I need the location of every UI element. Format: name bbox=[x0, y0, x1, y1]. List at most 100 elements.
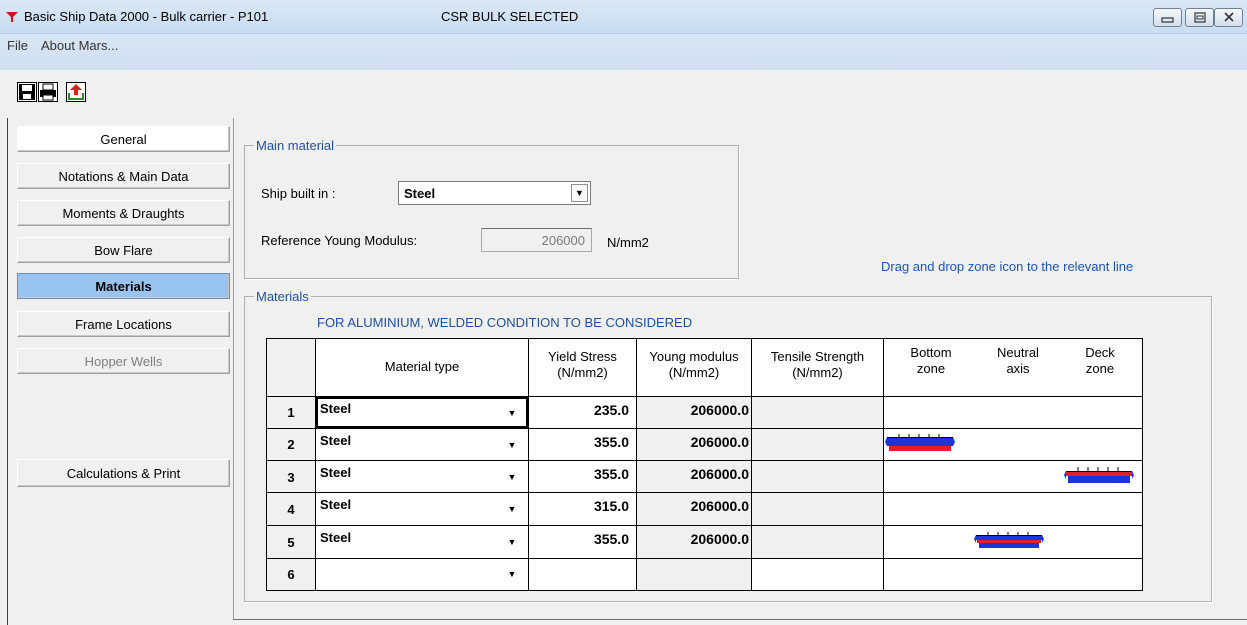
content-bottom-border bbox=[233, 619, 1247, 620]
export-icon bbox=[68, 84, 84, 100]
ship-built-label: Ship built in : bbox=[261, 186, 336, 201]
row-number: 1 bbox=[287, 405, 295, 420]
ship-built-value: Steel bbox=[404, 186, 436, 201]
menu-bar: File About Mars... bbox=[0, 34, 1247, 70]
ship-built-select[interactable]: Steel ▼ bbox=[398, 181, 591, 205]
bottom-zone-icon[interactable] bbox=[885, 434, 955, 452]
young-modulus-cell[interactable]: 206000.0 bbox=[637, 531, 749, 547]
app-logo-icon bbox=[6, 12, 18, 22]
menu-about-mars[interactable]: About Mars... bbox=[41, 38, 118, 53]
grid-divider bbox=[267, 460, 1142, 461]
material-type-cell[interactable]: Steel bbox=[320, 497, 351, 512]
header-yield-stress: Yield Stress (N/mm2) bbox=[529, 349, 636, 381]
yield-stress-cell[interactable]: 315.0 bbox=[529, 498, 629, 514]
nav-bow-flare[interactable]: Bow Flare bbox=[17, 237, 230, 263]
print-button[interactable] bbox=[38, 82, 58, 102]
young-modulus-cell[interactable]: 206000.0 bbox=[637, 434, 749, 450]
young-modulus-cell[interactable]: 206000.0 bbox=[637, 402, 749, 418]
menu-file[interactable]: File bbox=[7, 38, 28, 53]
nav-frame-locations[interactable]: Frame Locations bbox=[17, 311, 230, 337]
material-type-cell[interactable]: Steel bbox=[320, 433, 351, 448]
nav-hopper-wells: Hopper Wells bbox=[17, 348, 230, 374]
material-type-cell[interactable]: Steel bbox=[320, 465, 351, 480]
minimize-button[interactable] bbox=[1153, 8, 1182, 27]
tensile-strength-cell[interactable] bbox=[752, 526, 883, 558]
grid-corner bbox=[267, 339, 315, 396]
tensile-strength-cell[interactable] bbox=[752, 429, 883, 460]
header-bottom-zone-line1: Bottom bbox=[910, 345, 952, 360]
header-material-type: Material type bbox=[384, 359, 460, 374]
deck-zone-icon[interactable] bbox=[1064, 466, 1134, 484]
tensile-strength-cell[interactable] bbox=[752, 493, 883, 525]
chevron-down-icon[interactable]: ▼ bbox=[500, 432, 524, 457]
header-bottom-zone-line2: zone bbox=[916, 361, 946, 376]
grid-divider bbox=[267, 428, 1142, 429]
row-number: 4 bbox=[287, 502, 295, 517]
nav-general[interactable]: General bbox=[17, 126, 230, 152]
main-material-group-label: Main material bbox=[254, 138, 337, 153]
left-border bbox=[7, 118, 8, 625]
yield-stress-cell[interactable]: 235.0 bbox=[529, 402, 629, 418]
header-tensile-strength-line1: Tensile Strength bbox=[770, 349, 865, 364]
header-young-modulus-line1: Young modulus bbox=[649, 349, 739, 364]
maximize-button[interactable] bbox=[1185, 8, 1214, 27]
header-neutral-axis-line1: Neutral bbox=[997, 345, 1039, 360]
toolbar bbox=[0, 70, 1247, 116]
chevron-down-icon[interactable]: ▼ bbox=[500, 496, 524, 521]
drag-drop-hint: Drag and drop zone icon to the relevant … bbox=[881, 259, 1134, 274]
header-deck-zone-line2: zone bbox=[1085, 361, 1115, 376]
header-neutral-axis: Neutral axis bbox=[978, 345, 1058, 377]
header-tensile-strength: Tensile Strength (N/mm2) bbox=[752, 349, 883, 381]
grid-divider bbox=[267, 525, 1142, 526]
chevron-down-icon[interactable]: ▼ bbox=[571, 184, 588, 202]
header-deck-zone-line1: Deck bbox=[1085, 345, 1115, 360]
materials-grid: Material type Yield Stress (N/mm2) Young… bbox=[266, 338, 1143, 591]
save-icon bbox=[19, 84, 35, 100]
material-type-cell[interactable]: Steel bbox=[320, 401, 351, 416]
material-type-cell[interactable]: Steel bbox=[320, 530, 351, 545]
header-neutral-axis-line2: axis bbox=[1006, 361, 1030, 376]
calculations-print-button[interactable]: Calculations & Print bbox=[17, 459, 230, 487]
young-modulus-cell[interactable]: 206000.0 bbox=[637, 466, 749, 482]
yield-stress-cell[interactable]: 355.0 bbox=[529, 531, 629, 547]
window-status: CSR BULK SELECTED bbox=[441, 9, 579, 24]
row-number: 3 bbox=[287, 470, 295, 485]
close-icon bbox=[1224, 12, 1234, 22]
grid-divider bbox=[267, 558, 1142, 559]
chevron-down-icon[interactable]: ▼ bbox=[500, 561, 524, 586]
application-window: Basic Ship Data 2000 - Bulk carrier - P1… bbox=[0, 0, 1247, 625]
row-number: 5 bbox=[287, 535, 295, 550]
header-young-modulus: Young modulus (N/mm2) bbox=[637, 349, 751, 381]
yield-stress-cell[interactable]: 355.0 bbox=[529, 466, 629, 482]
export-button[interactable] bbox=[66, 82, 86, 102]
header-young-modulus-line2: (N/mm2) bbox=[668, 365, 720, 380]
tensile-strength-cell[interactable] bbox=[752, 397, 883, 428]
tensile-strength-cell[interactable] bbox=[752, 461, 883, 492]
chevron-down-icon[interactable]: ▼ bbox=[500, 464, 524, 489]
grid-divider bbox=[267, 492, 1142, 493]
young-modulus-field: 206000 bbox=[481, 228, 592, 252]
title-bar: Basic Ship Data 2000 - Bulk carrier - P1… bbox=[0, 0, 1247, 34]
neutral-axis-icon[interactable] bbox=[974, 532, 1044, 550]
header-bottom-zone: Bottom zone bbox=[884, 345, 978, 377]
row-number: 6 bbox=[287, 567, 295, 582]
yield-stress-cell[interactable]: 355.0 bbox=[529, 434, 629, 450]
aluminium-note: FOR ALUMINIUM, WELDED CONDITION TO BE CO… bbox=[317, 315, 693, 330]
header-yield-stress-line2: (N/mm2) bbox=[557, 365, 608, 380]
header-deck-zone: Deck zone bbox=[1058, 345, 1142, 377]
row-number: 2 bbox=[287, 437, 295, 452]
chevron-down-icon[interactable]: ▼ bbox=[500, 529, 524, 554]
chevron-down-icon[interactable]: ▼ bbox=[500, 400, 524, 425]
row-header-column bbox=[267, 396, 315, 590]
main-material-group: Main material bbox=[244, 138, 739, 279]
close-button[interactable] bbox=[1214, 8, 1243, 27]
save-button[interactable] bbox=[17, 82, 37, 102]
nav-materials[interactable]: Materials bbox=[17, 273, 230, 299]
header-yield-stress-line1: Yield Stress bbox=[548, 349, 617, 364]
nav-moments-draughts[interactable]: Moments & Draughts bbox=[17, 200, 230, 226]
young-modulus-column bbox=[637, 396, 752, 590]
nav-notations-main-data[interactable]: Notations & Main Data bbox=[17, 163, 230, 189]
young-modulus-cell[interactable]: 206000.0 bbox=[637, 498, 749, 514]
print-icon bbox=[40, 83, 56, 101]
header-tensile-strength-line2: (N/mm2) bbox=[792, 365, 843, 380]
